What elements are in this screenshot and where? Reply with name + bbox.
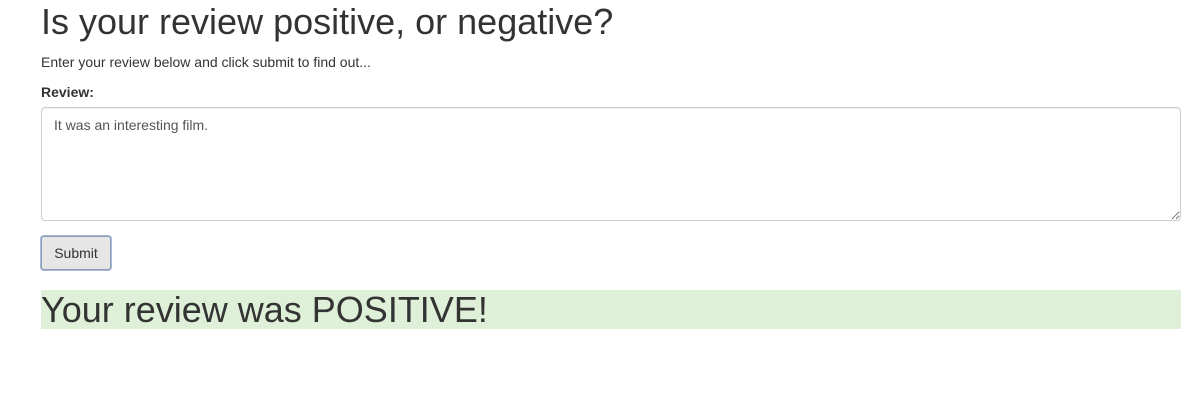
result-banner: Your review was POSITIVE! [41,290,1181,329]
result-message: Your review was POSITIVE! [41,289,488,330]
intro-text: Enter your review below and click submit… [41,54,371,70]
review-label: Review: [41,84,94,100]
review-textarea[interactable]: It was an interesting film. [41,107,1181,221]
page-title: Is your review positive, or negative? [41,1,614,42]
submit-button[interactable]: Submit [41,236,111,270]
